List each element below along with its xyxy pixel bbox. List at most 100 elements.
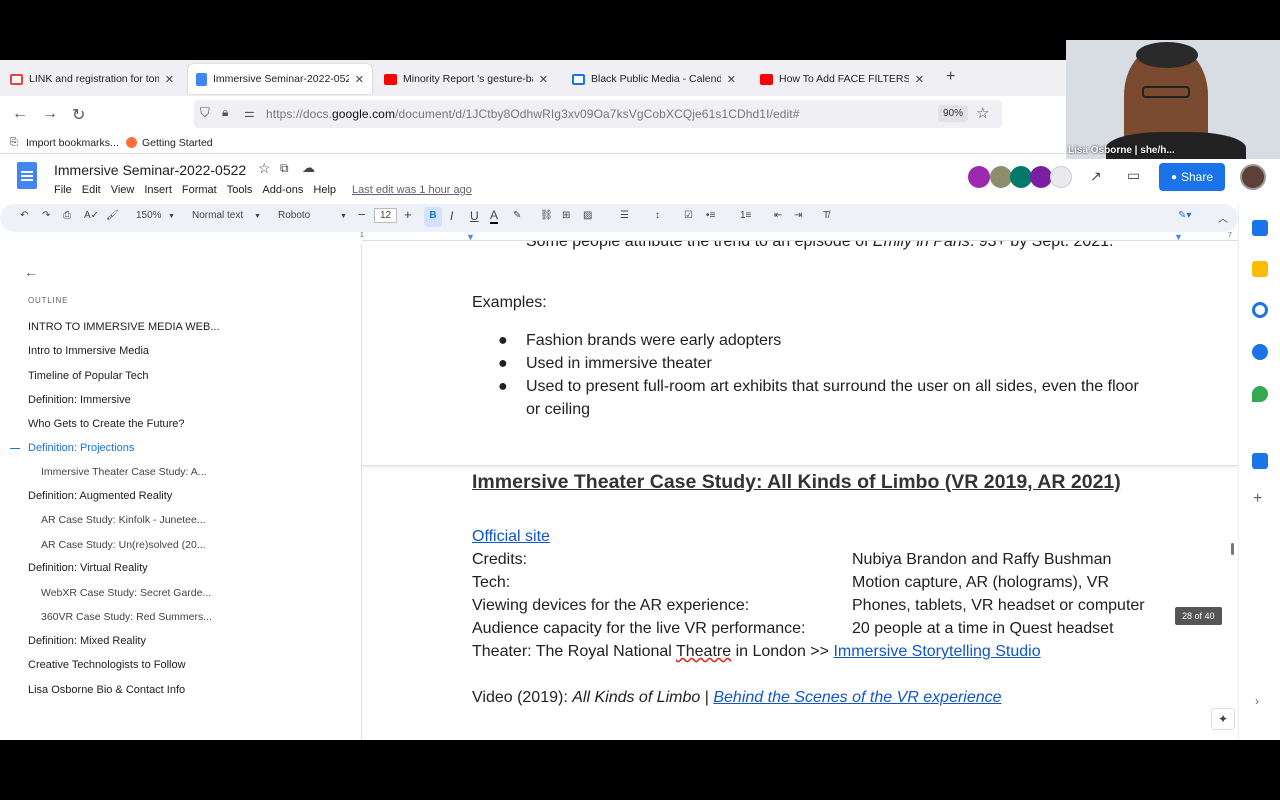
- avatar[interactable]: [990, 166, 1012, 188]
- keep-icon[interactable]: [1252, 261, 1268, 277]
- scrollbar-thumb[interactable]: [1231, 543, 1234, 555]
- font-select[interactable]: Roboto: [278, 210, 310, 221]
- decrease-font-icon[interactable]: −: [358, 207, 366, 222]
- close-icon[interactable]: ✕: [539, 73, 548, 86]
- document-canvas[interactable]: Some people attribute the trend to an ep…: [362, 241, 1238, 740]
- outline-item-active[interactable]: Definition: Projections: [28, 442, 134, 454]
- menu-edit[interactable]: Edit: [82, 184, 101, 196]
- activity-icon[interactable]: ↗: [1090, 168, 1102, 185]
- back-arrow-icon[interactable]: ←: [24, 264, 38, 280]
- close-icon[interactable]: ✕: [727, 73, 736, 86]
- text-color-button[interactable]: A: [490, 208, 499, 224]
- menu-insert[interactable]: Insert: [144, 184, 172, 196]
- explore-icon[interactable]: ✦: [1211, 708, 1235, 730]
- print-icon[interactable]: ⎙: [63, 210, 71, 221]
- bulleted-list-icon[interactable]: •≡: [706, 210, 715, 221]
- star-icon[interactable]: ☆: [258, 160, 271, 177]
- menu-help[interactable]: Help: [313, 184, 336, 196]
- increase-font-icon[interactable]: +: [404, 207, 412, 222]
- last-edit-link[interactable]: Last edit was 1 hour ago: [352, 184, 472, 196]
- add-comment-icon[interactable]: ⊞: [562, 210, 570, 221]
- share-button[interactable]: ● Share: [1159, 163, 1225, 191]
- calendar-icon[interactable]: [1252, 220, 1268, 236]
- highlight-icon[interactable]: ✎: [513, 210, 521, 221]
- underline-button[interactable]: U: [470, 209, 479, 223]
- outline-subitem[interactable]: WebXR Case Study: Secret Garde...: [41, 587, 211, 599]
- zoom-select[interactable]: 150%: [136, 210, 162, 221]
- tab-docs[interactable]: Immersive Seminar-2022-0522 ✕: [188, 64, 372, 94]
- outline-subitem[interactable]: 360VR Case Study: Red Summers...: [41, 611, 212, 623]
- italic-button[interactable]: I: [450, 209, 453, 223]
- outline-item[interactable]: Definition: Virtual Reality: [28, 562, 148, 574]
- docs-logo-icon[interactable]: [17, 162, 37, 189]
- tab-gmail[interactable]: LINK and registration for tomor ✕: [2, 64, 182, 94]
- line-spacing-icon[interactable]: ↕: [655, 210, 660, 221]
- close-icon[interactable]: ✕: [165, 73, 174, 86]
- menu-addons[interactable]: Add-ons: [262, 184, 303, 196]
- reload-icon[interactable]: ↻: [72, 105, 85, 125]
- document-title[interactable]: Immersive Seminar-2022-0522: [54, 162, 246, 178]
- account-avatar[interactable]: [1240, 164, 1266, 190]
- chevron-right-icon[interactable]: ›: [1255, 694, 1259, 708]
- outline-subitem[interactable]: AR Case Study: Kinfolk - Junetee...: [41, 514, 206, 526]
- outline-item[interactable]: Who Gets to Create the Future?: [28, 418, 185, 430]
- menu-view[interactable]: View: [111, 184, 135, 196]
- editing-mode-icon[interactable]: ✎▾: [1178, 210, 1191, 221]
- redo-icon[interactable]: ↷: [42, 210, 50, 221]
- more-viewers-icon[interactable]: [1050, 166, 1072, 188]
- outline-item[interactable]: Timeline of Popular Tech: [28, 370, 148, 382]
- bold-button[interactable]: B: [424, 207, 442, 227]
- link-icon[interactable]: ⛓︎: [540, 210, 553, 221]
- outline-item[interactable]: Definition: Mixed Reality: [28, 635, 146, 647]
- official-site-link[interactable]: Official site: [472, 528, 550, 546]
- align-icon[interactable]: ☰: [620, 210, 629, 221]
- clear-formatting-icon[interactable]: T̸: [823, 210, 829, 221]
- outline-subitem[interactable]: AR Case Study: Un(re)solved (20...: [41, 539, 206, 551]
- mail-icon[interactable]: [1252, 453, 1268, 469]
- menu-tools[interactable]: Tools: [227, 184, 253, 196]
- menu-file[interactable]: File: [54, 184, 72, 196]
- tab-black-public-media[interactable]: Black Public Media - Calendar ✕: [564, 64, 744, 94]
- new-tab-button[interactable]: +: [946, 68, 955, 86]
- comments-icon[interactable]: ▭: [1127, 167, 1140, 184]
- chevron-up-icon[interactable]: ︿: [1218, 210, 1228, 225]
- document-page[interactable]: Some people attribute the trend to an ep…: [362, 241, 1238, 740]
- insert-image-icon[interactable]: ▨: [583, 210, 592, 221]
- immersive-studio-link[interactable]: Immersive Storytelling Studio: [833, 643, 1040, 660]
- tasks-icon[interactable]: [1252, 302, 1268, 318]
- avatar[interactable]: [968, 166, 990, 188]
- outline-item[interactable]: Creative Technologists to Follow: [28, 659, 186, 671]
- tab-minority-report[interactable]: Minority Report 's gesture-base✕: [376, 64, 556, 94]
- outline-item[interactable]: Definition: Immersive: [28, 394, 131, 406]
- bookmark-import[interactable]: Import bookmarks...: [26, 137, 119, 149]
- spellcheck-icon[interactable]: A✓: [84, 210, 99, 221]
- undo-icon[interactable]: ↶: [20, 210, 28, 221]
- font-size-input[interactable]: 12: [374, 208, 398, 223]
- avatar[interactable]: [1010, 166, 1032, 188]
- move-folder-icon[interactable]: ⧉: [280, 161, 289, 176]
- zoom-level[interactable]: 90%: [938, 105, 969, 122]
- outline-item[interactable]: Lisa Osborne Bio & Contact Info: [28, 684, 185, 696]
- maps-icon[interactable]: [1252, 386, 1268, 402]
- numbered-list-icon[interactable]: 1≡: [740, 210, 751, 221]
- avatar[interactable]: [1030, 166, 1052, 188]
- decrease-indent-icon[interactable]: ⇤: [774, 210, 782, 221]
- bookmark-star-icon[interactable]: ☆: [976, 104, 989, 122]
- back-icon[interactable]: ←: [12, 105, 28, 123]
- menu-format[interactable]: Format: [182, 184, 217, 196]
- behind-scenes-link[interactable]: Behind the Scenes of the VR experience: [713, 689, 1001, 706]
- checklist-icon[interactable]: ☑: [684, 210, 693, 221]
- address-bar[interactable]: ⛉ 🔒︎ ⚌ https://docs.google.com/document/…: [194, 100, 1002, 128]
- style-select[interactable]: Normal text: [192, 210, 243, 221]
- outline-subitem[interactable]: Immersive Theater Case Study: A...: [41, 466, 207, 478]
- close-icon[interactable]: ✕: [355, 73, 364, 86]
- outline-item[interactable]: Intro to Immersive Media: [28, 345, 149, 357]
- add-icon[interactable]: +: [1253, 490, 1262, 508]
- bookmark-getting-started[interactable]: Getting Started: [142, 137, 213, 149]
- close-icon[interactable]: ✕: [915, 73, 924, 86]
- outline-item[interactable]: INTRO TO IMMERSIVE MEDIA WEB...: [28, 321, 220, 333]
- tab-face-filters[interactable]: How To Add FACE FILTERS in O✕: [752, 64, 932, 94]
- paint-format-icon[interactable]: 🖌︎: [106, 210, 119, 221]
- outline-item[interactable]: Definition: Augmented Reality: [28, 490, 172, 502]
- increase-indent-icon[interactable]: ⇥: [794, 210, 802, 221]
